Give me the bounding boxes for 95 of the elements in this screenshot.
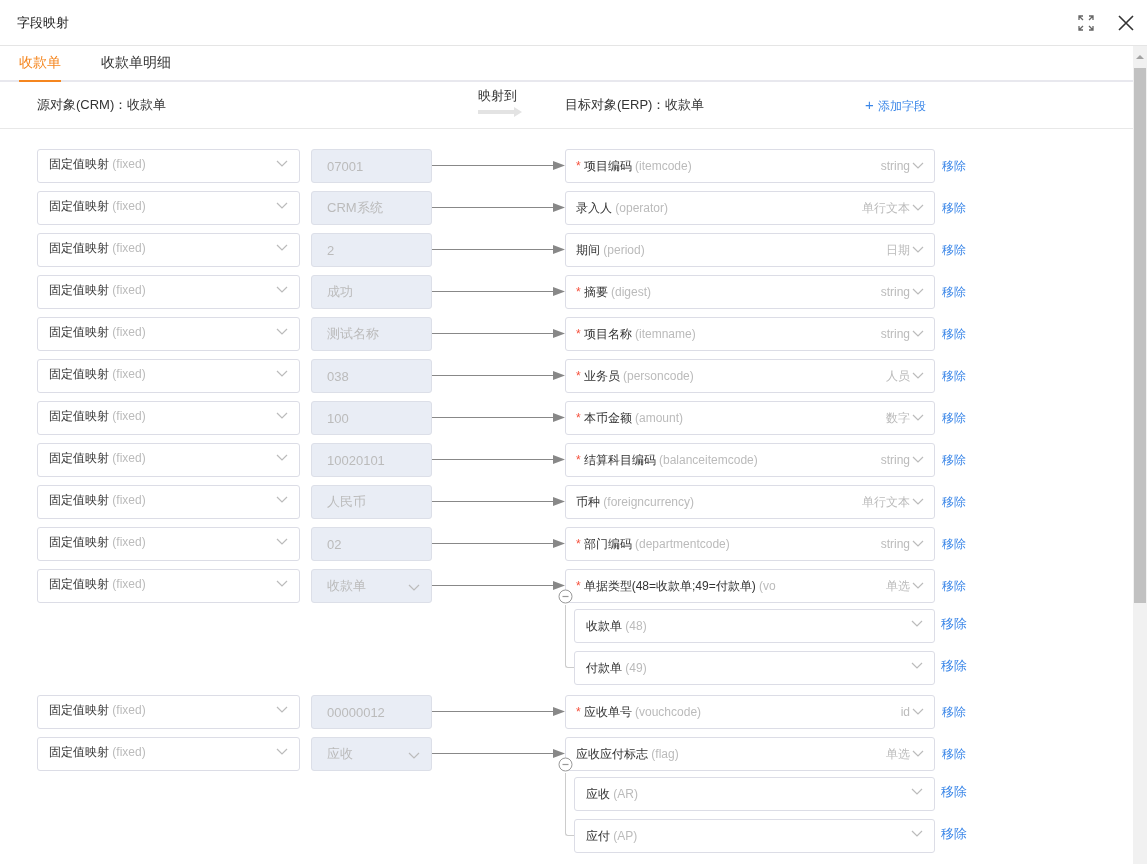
chevron-down-icon <box>912 372 924 380</box>
chevron-down-icon <box>276 411 288 420</box>
chevron-down-icon <box>911 830 923 838</box>
chevron-down-icon <box>276 747 288 756</box>
remove-link[interactable]: 移除 <box>942 577 966 595</box>
chevron-down-icon <box>912 456 924 464</box>
arrow-icon <box>478 107 522 117</box>
remove-link[interactable]: 移除 <box>942 451 966 469</box>
remove-link[interactable]: 移除 <box>941 615 967 633</box>
remove-link[interactable]: 移除 <box>942 367 966 385</box>
target-field-select[interactable]: 期间 (period) 日期 <box>565 233 935 267</box>
chevron-down-icon <box>276 537 288 546</box>
tab[interactable]: 收款单明细 <box>101 46 171 82</box>
tree-line <box>565 773 574 836</box>
chevron-down-icon <box>276 159 288 168</box>
target-field-select[interactable]: * 项目编码 (itemcode) string <box>565 149 935 183</box>
chevron-down-icon <box>276 327 288 336</box>
target-field-select[interactable]: * 应收单号 (vouchcode) id <box>565 695 935 729</box>
window-title: 字段映射 <box>17 13 69 32</box>
chevron-down-icon <box>276 369 288 378</box>
collapse-icon[interactable] <box>558 589 573 604</box>
chevron-down-icon <box>911 662 923 670</box>
target-field-select[interactable]: * 结算科目编码 (balanceitemcode) string <box>565 443 935 477</box>
remove-link[interactable]: 移除 <box>942 157 966 175</box>
mapping-type-select[interactable]: 固定值映射 (fixed) <box>37 485 300 519</box>
mapping-type-select[interactable]: 固定值映射 (fixed) <box>37 149 300 183</box>
remove-link[interactable]: 移除 <box>942 241 966 259</box>
tree-line <box>565 605 574 668</box>
chevron-down-icon <box>276 453 288 462</box>
mapping-label: 映射到 <box>478 87 517 105</box>
chevron-down-icon <box>912 330 924 338</box>
mapping-type-select[interactable]: 固定值映射 (fixed) <box>37 443 300 477</box>
target-field-select[interactable]: * 摘要 (digest) string <box>565 275 935 309</box>
mapping-type-select[interactable]: 固定值映射 (fixed) <box>37 737 300 771</box>
chevron-down-icon <box>276 705 288 714</box>
chevron-down-icon <box>276 243 288 252</box>
collapse-icon[interactable] <box>558 757 573 772</box>
option-select[interactable]: 收款单 (48) <box>574 609 935 643</box>
mapping-type-select[interactable]: 固定值映射 (fixed) <box>37 401 300 435</box>
target-field-select[interactable]: * 部门编码 (departmentcode) string <box>565 527 935 561</box>
remove-link[interactable]: 移除 <box>942 325 966 343</box>
chevron-down-icon <box>912 204 924 212</box>
chevron-down-icon <box>912 750 924 758</box>
remove-link[interactable]: 移除 <box>942 745 966 763</box>
chevron-down-icon <box>276 201 288 210</box>
remove-link[interactable]: 移除 <box>942 493 966 511</box>
mapping-type-select[interactable]: 固定值映射 (fixed) <box>37 275 300 309</box>
chevron-down-icon <box>912 498 924 506</box>
chevron-down-icon <box>911 620 923 628</box>
mapping-type-select[interactable]: 固定值映射 (fixed) <box>37 191 300 225</box>
chevron-down-icon <box>408 752 420 760</box>
target-object-label: 目标对象(ERP)：收款单 <box>565 96 706 114</box>
remove-link[interactable]: 移除 <box>942 535 966 553</box>
chevron-down-icon <box>912 582 924 590</box>
target-field-select[interactable]: * 业务员 (personcode) 人员 <box>565 359 935 393</box>
target-field-select[interactable]: 应收应付标志 (flag) 单选 <box>565 737 935 771</box>
chevron-down-icon <box>912 162 924 170</box>
remove-link[interactable]: 移除 <box>942 409 966 427</box>
chevron-down-icon <box>912 246 924 254</box>
remove-link[interactable]: 移除 <box>942 199 966 217</box>
chevron-down-icon <box>408 584 420 592</box>
source-object-label: 源对象(CRM)：收款单 <box>37 96 168 114</box>
remove-link[interactable]: 移除 <box>941 825 967 843</box>
fullscreen-icon[interactable] <box>1077 13 1095 32</box>
mapping-type-select[interactable]: 固定值映射 (fixed) <box>37 317 300 351</box>
chevron-down-icon <box>911 788 923 796</box>
target-field-select[interactable]: 录入人 (operator) 单行文本 <box>565 191 935 225</box>
target-field-select[interactable]: * 项目名称 (itemname) string <box>565 317 935 351</box>
chevron-down-icon <box>276 579 288 588</box>
remove-link[interactable]: 移除 <box>942 283 966 301</box>
mapping-type-select[interactable]: 固定值映射 (fixed) <box>37 527 300 561</box>
mapping-type-select[interactable]: 固定值映射 (fixed) <box>37 569 300 603</box>
remove-link[interactable]: 移除 <box>942 703 966 721</box>
option-select[interactable]: 应收 (AR) <box>574 777 935 811</box>
option-select[interactable]: 付款单 (49) <box>574 651 935 685</box>
target-field-select[interactable]: * 单据类型(48=收款单;49=付款单) (vo 单选 <box>565 569 935 603</box>
chevron-down-icon <box>276 285 288 294</box>
mapping-type-select[interactable]: 固定值映射 (fixed) <box>37 695 300 729</box>
add-field-link[interactable]: + 添加字段 <box>865 95 926 115</box>
mapping-type-select[interactable]: 固定值映射 (fixed) <box>37 233 300 267</box>
chevron-down-icon <box>912 288 924 296</box>
chevron-down-icon <box>276 495 288 504</box>
mapping-type-select[interactable]: 固定值映射 (fixed) <box>37 359 300 393</box>
chevron-down-icon <box>912 414 924 422</box>
chevron-down-icon <box>912 708 924 716</box>
close-icon[interactable] <box>1117 13 1135 32</box>
scrollbar-thumb[interactable] <box>1134 68 1146 603</box>
target-field-select[interactable]: 币种 (foreigncurrency) 单行文本 <box>565 485 935 519</box>
tab[interactable]: 收款单 <box>19 46 61 82</box>
remove-link[interactable]: 移除 <box>941 783 967 801</box>
remove-link[interactable]: 移除 <box>941 657 967 675</box>
chevron-down-icon <box>912 540 924 548</box>
scrollbar[interactable] <box>1133 46 1147 864</box>
option-select[interactable]: 应付 (AP) <box>574 819 935 853</box>
target-field-select[interactable]: * 本币金额 (amount) 数字 <box>565 401 935 435</box>
